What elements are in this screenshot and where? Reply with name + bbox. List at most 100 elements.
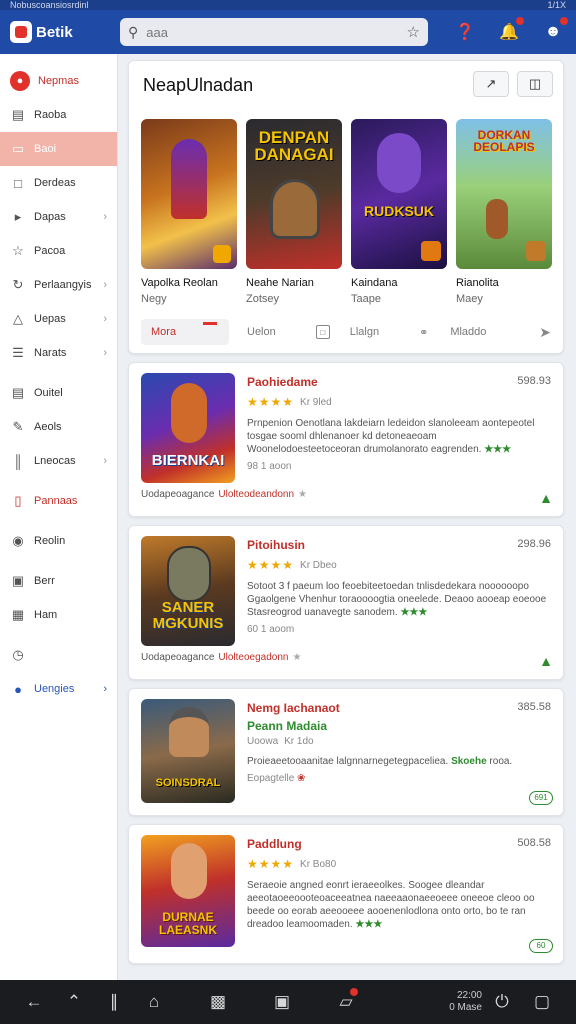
sidebar-item-sync[interactable]: ↻ Perlaangyis › [0,268,117,302]
meta-text: Eopagtelle [247,773,295,784]
sidebar-item-folders[interactable]: □ Derdeas [0,166,117,200]
sidebar-item-images[interactable]: ▣ Berr [0,564,117,598]
featured-footer: Mora Uelon □ Llalgn ⚭ Mladdo ➤ [141,319,551,345]
star-icon[interactable]: ☆ [407,23,420,41]
link-icon[interactable]: ⚭ [419,326,428,339]
featured-tile[interactable]: DORKAN DEOLAPIS Rianolita Maey [456,119,552,305]
sidebar-item-favorites[interactable]: ☆ Pacoa [0,234,117,268]
sidebar-item-edit[interactable]: ✎ Aeols [0,410,117,444]
game-price: 598.93 [517,375,551,387]
game-list-item[interactable]: SANER MGKUNIS Pitoihusin 298.96 ★★★★ Kr … [128,525,564,680]
sidebar-item-home[interactable]: ● Nepmas [0,64,117,98]
game-artwork[interactable] [141,119,237,269]
puzzle-icon[interactable]: ▲ [539,490,553,506]
game-artwork[interactable]: DENPAN DANAGAI [246,119,342,269]
chevron-right-icon: › [103,455,107,467]
game-title[interactable]: Paohiedame [247,375,551,389]
artwork-title: DURNAE LAEASNK [158,910,217,937]
app-logo[interactable]: Betik [10,21,120,43]
sidebar-item-security[interactable]: ◉ Reolin [0,524,117,558]
description-highlight: Skoehe [451,756,487,767]
game-list-item[interactable]: BIERNKAI Paohiedame 598.93 ★★★★ Kr 9led … [128,362,564,517]
sidebar-item-history[interactable]: ◷ [0,638,117,672]
chevron-right-icon: › [103,347,107,359]
sidebar-item-bookmarks[interactable]: ▯ Pannaas [0,484,117,518]
clock-icon: ◷ [12,647,24,662]
media-icon[interactable]: ▩ [198,992,238,1012]
game-artwork[interactable]: DURNAE LAEASNK [141,835,235,947]
game-meta: 98 1 aoon [247,461,292,472]
system-nav-bar: ← ⌃ ∥ ⌂ ▩ ▣ ▱ 22:00 0 Mase ⏻ ▢ [0,980,576,1024]
sidebar-item-label: Berr [34,575,55,587]
rating-prefix: Uoowa [247,736,279,747]
featured-tile[interactable]: Vapolka Reolan Negy [141,119,237,305]
sidebar-item-label: Dapas [34,211,66,223]
featured-tile[interactable]: DENPAN DANAGAI Neahe Narian Zotsey [246,119,342,305]
search-bar[interactable]: ⚲ aaa ☆ [120,18,428,46]
help-icon[interactable]: ❓ [452,19,478,45]
square-icon[interactable]: □ [315,325,330,339]
chart-icon: ▦ [11,607,25,622]
sidebar-item-label: Nepmas [38,75,79,87]
game-artwork[interactable]: DORKAN DEOLAPIS [456,119,552,269]
sidebar-item-label: Narats [34,347,67,359]
home-icon[interactable]: ⌂ [134,992,174,1012]
game-artwork[interactable]: SANER MGKUNIS [141,536,235,646]
notification-dot [516,17,524,25]
game-artwork[interactable]: BIERNKAI [141,373,235,483]
tag-icon: ▸ [14,209,22,224]
featured-section: NeapUlnadan ↗ ◫ Vapolka Reolan Negy DENP… [128,60,564,354]
star-rating: ★★★★ [247,395,295,409]
game-description: Proieaeetooaanitae lalgnnarnegetegpaceli… [247,755,551,768]
sidebar-item-library[interactable]: ║ Lneocas › [0,444,117,478]
news-icon: ▤ [11,107,25,122]
tab-mladdo[interactable]: Mladdo [450,326,486,338]
user-avatar-icon[interactable]: ☻ [540,17,568,45]
sidebar-item-tags[interactable]: ▸ Dapas › [0,200,117,234]
notification-bell-icon[interactable]: 🔔 [496,17,524,45]
library-icon[interactable]: ∥ [94,992,134,1012]
sidebar-item-label: Ouitel [34,387,63,399]
sidebar-item-updates[interactable]: △ Uepas › [0,302,117,336]
footer-link[interactable]: Ulolteoegadonn [218,652,288,663]
puzzle-icon[interactable]: ▲ [539,653,553,669]
tab-uelon[interactable]: Uelon [247,326,276,338]
game-artwork[interactable]: RUDKSUK [351,119,447,269]
bookmark-icon: ▯ [14,493,22,508]
sync-icon: ↻ [12,277,24,292]
star-rating: ★★★★ [247,857,295,871]
game-title[interactable]: Pitoihusin [247,538,551,552]
game-title[interactable]: Nemg Iachanaot [247,701,551,715]
search-input[interactable]: aaa [146,25,398,40]
count-badge[interactable]: 691 [529,791,553,805]
share-arrow-icon[interactable]: ➤ [539,324,551,341]
sidebar-item-lists[interactable]: ☰ Narats › [0,336,117,370]
count-badge[interactable]: 60 [529,939,553,953]
back-arrow-icon[interactable]: ← [14,992,54,1012]
pencil-icon: ✎ [12,419,24,434]
up-chevron-icon[interactable]: ⌃ [54,992,94,1012]
sidebar-item-charts[interactable]: ▦ Ham [0,598,117,632]
artwork-title: DORKAN DEOLAPIS [473,128,535,154]
star-rating: ★★★★ [247,558,295,572]
tab-llalgn[interactable]: Llalgn [350,326,379,338]
trend-icon[interactable]: ↗ [473,71,509,97]
share-icon[interactable]: ◫ [517,71,553,97]
game-list-item[interactable]: SOINSDRAL Nemg Iachanaot Peann Madaia 38… [128,688,564,816]
store-icon[interactable]: ▱ [326,988,366,1012]
window-icon[interactable]: ▣ [262,992,302,1012]
game-list-item[interactable]: DURNAE LAEASNK Paddlung 508.58 ★★★★ Kr B… [128,824,564,964]
sidebar-item-documents[interactable]: ▤ Ouitel [0,376,117,410]
search-icon[interactable]: ⚲ [128,24,138,41]
power-icon[interactable]: ⏻ [482,992,522,1012]
tab-more[interactable]: Mora [141,319,229,345]
sidebar-item-news[interactable]: ▤ Raoba [0,98,117,132]
game-title[interactable]: Paddlung [247,837,551,851]
featured-tile[interactable]: RUDKSUK Kaindana Taape [351,119,447,305]
footer-link[interactable]: Ulolteodeandonn [218,489,294,500]
sidebar-item-languages[interactable]: ● Uengies › [0,672,117,706]
sidebar-item-selected[interactable]: ▭ Baoi [0,132,117,166]
game-artwork[interactable]: SOINSDRAL [141,699,235,803]
screenshot-icon[interactable]: ▢ [522,992,562,1012]
home-icon: ● [10,71,30,91]
